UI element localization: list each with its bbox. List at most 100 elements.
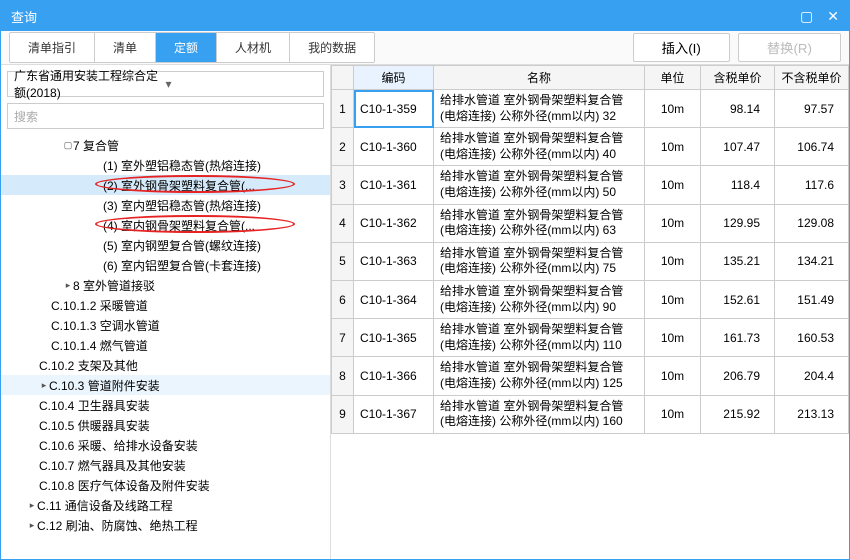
cell[interactable]: 5 — [332, 242, 354, 280]
insert-button[interactable]: 插入(I) — [633, 33, 730, 62]
table-row[interactable]: 8C10-1-366给排水管道 室外钢骨架塑料复合管(电熔连接) 公称外径(mm… — [332, 357, 849, 395]
cell[interactable]: 129.95 — [701, 204, 775, 242]
cell[interactable]: 10m — [645, 204, 701, 242]
col-header[interactable]: 单位 — [645, 66, 701, 90]
col-header[interactable]: 编码 — [354, 66, 434, 90]
tree-node[interactable]: ▸C.11 通信设备及线路工程 — [1, 495, 330, 515]
tree-node[interactable]: C.10.6 采暖、给排水设备安装 — [1, 435, 330, 455]
cell[interactable]: C10-1-364 — [354, 280, 434, 318]
tree-caret-icon[interactable]: ▸ — [63, 280, 73, 291]
table-row[interactable]: 5C10-1-363给排水管道 室外钢骨架塑料复合管(电熔连接) 公称外径(mm… — [332, 242, 849, 280]
tree-node[interactable]: ▸C.10.3 管道附件安装 — [1, 375, 330, 395]
table-row[interactable]: 2C10-1-360给排水管道 室外钢骨架塑料复合管(电熔连接) 公称外径(mm… — [332, 128, 849, 166]
cell[interactable]: 129.08 — [775, 204, 849, 242]
cell[interactable]: 10m — [645, 128, 701, 166]
cell[interactable]: 117.6 — [775, 166, 849, 204]
maximize-icon[interactable]: ▢ — [800, 8, 813, 25]
cell[interactable]: 106.74 — [775, 128, 849, 166]
cell[interactable]: 给排水管道 室外钢骨架塑料复合管(电熔连接) 公称外径(mm以内) 90 — [434, 280, 645, 318]
cell[interactable]: C10-1-363 — [354, 242, 434, 280]
cell[interactable]: 204.4 — [775, 357, 849, 395]
tree-node[interactable]: (2) 室外钢骨架塑料复合管(... — [1, 175, 330, 195]
cell[interactable]: 10m — [645, 90, 701, 128]
cell[interactable]: 1 — [332, 90, 354, 128]
cell[interactable]: 给排水管道 室外钢骨架塑料复合管(电熔连接) 公称外径(mm以内) 160 — [434, 395, 645, 433]
cell[interactable]: 3 — [332, 166, 354, 204]
tree-caret-icon[interactable]: ▢ — [63, 140, 73, 151]
tab-0[interactable]: 清单指引 — [10, 33, 95, 62]
table-row[interactable]: 1C10-1-359给排水管道 室外钢骨架塑料复合管(电熔连接) 公称外径(mm… — [332, 90, 849, 128]
col-header[interactable]: 含税单价 — [701, 66, 775, 90]
tree-node[interactable]: ▸C.12 刷油、防腐蚀、绝热工程 — [1, 515, 330, 535]
cell[interactable]: 给排水管道 室外钢骨架塑料复合管(电熔连接) 公称外径(mm以内) 50 — [434, 166, 645, 204]
tab-4[interactable]: 我的数据 — [290, 33, 374, 62]
tree-node[interactable]: ▢7 复合管 — [1, 135, 330, 155]
tree-node[interactable]: C.10.5 供暖器具安装 — [1, 415, 330, 435]
cell[interactable]: 10m — [645, 357, 701, 395]
cell[interactable]: 107.47 — [701, 128, 775, 166]
cell[interactable]: 给排水管道 室外钢骨架塑料复合管(电熔连接) 公称外径(mm以内) 110 — [434, 319, 645, 357]
tree-node[interactable]: C.10.1.4 燃气管道 — [1, 335, 330, 355]
cell[interactable]: 118.4 — [701, 166, 775, 204]
tree-node[interactable]: (4) 室内钢骨架塑料复合管(... — [1, 215, 330, 235]
quota-select[interactable]: 广东省通用安装工程综合定额(2018) ▾ — [7, 71, 324, 97]
tree-node[interactable]: C.10.4 卫生器具安装 — [1, 395, 330, 415]
cell[interactable]: 215.92 — [701, 395, 775, 433]
cell[interactable]: C10-1-359 — [354, 90, 434, 128]
cell[interactable]: 7 — [332, 319, 354, 357]
tree-node[interactable]: C.10.7 燃气器具及其他安装 — [1, 455, 330, 475]
cell[interactable]: 151.49 — [775, 280, 849, 318]
tree-node[interactable]: (5) 室内钢塑复合管(螺纹连接) — [1, 235, 330, 255]
cell[interactable]: 给排水管道 室外钢骨架塑料复合管(电熔连接) 公称外径(mm以内) 40 — [434, 128, 645, 166]
cell[interactable]: 206.79 — [701, 357, 775, 395]
table-row[interactable]: 3C10-1-361给排水管道 室外钢骨架塑料复合管(电熔连接) 公称外径(mm… — [332, 166, 849, 204]
table-row[interactable]: 9C10-1-367给排水管道 室外钢骨架塑料复合管(电熔连接) 公称外径(mm… — [332, 395, 849, 433]
cell[interactable]: 213.13 — [775, 395, 849, 433]
tree-caret-icon[interactable]: ▸ — [27, 500, 37, 511]
col-header[interactable]: 不含税单价 — [775, 66, 849, 90]
cell[interactable]: C10-1-367 — [354, 395, 434, 433]
cell[interactable]: 10m — [645, 319, 701, 357]
cell[interactable]: 8 — [332, 357, 354, 395]
tree-node[interactable]: (3) 室内塑铝稳态管(热熔连接) — [1, 195, 330, 215]
cell[interactable]: 给排水管道 室外钢骨架塑料复合管(电熔连接) 公称外径(mm以内) 75 — [434, 242, 645, 280]
tree-node[interactable]: C.10.1.2 采暖管道 — [1, 295, 330, 315]
cell[interactable]: 161.73 — [701, 319, 775, 357]
cell[interactable]: 97.57 — [775, 90, 849, 128]
cell[interactable]: 98.14 — [701, 90, 775, 128]
cell[interactable]: 10m — [645, 280, 701, 318]
table-row[interactable]: 7C10-1-365给排水管道 室外钢骨架塑料复合管(电熔连接) 公称外径(mm… — [332, 319, 849, 357]
data-grid[interactable]: 编码名称单位含税单价不含税单价1C10-1-359给排水管道 室外钢骨架塑料复合… — [331, 65, 849, 559]
tree-node[interactable]: C.10.8 医疗气体设备及附件安装 — [1, 475, 330, 495]
cell[interactable]: C10-1-365 — [354, 319, 434, 357]
cell[interactable]: 135.21 — [701, 242, 775, 280]
cell[interactable]: 给排水管道 室外钢骨架塑料复合管(电熔连接) 公称外径(mm以内) 125 — [434, 357, 645, 395]
col-header[interactable]: 名称 — [434, 66, 645, 90]
cell[interactable]: 给排水管道 室外钢骨架塑料复合管(电熔连接) 公称外径(mm以内) 32 — [434, 90, 645, 128]
table-row[interactable]: 6C10-1-364给排水管道 室外钢骨架塑料复合管(电熔连接) 公称外径(mm… — [332, 280, 849, 318]
col-header[interactable] — [332, 66, 354, 90]
cell[interactable]: 152.61 — [701, 280, 775, 318]
cell[interactable]: 2 — [332, 128, 354, 166]
table-row[interactable]: 4C10-1-362给排水管道 室外钢骨架塑料复合管(电熔连接) 公称外径(mm… — [332, 204, 849, 242]
cell[interactable]: C10-1-360 — [354, 128, 434, 166]
search-input[interactable]: 搜索 — [7, 103, 324, 129]
cell[interactable]: C10-1-361 — [354, 166, 434, 204]
tree-caret-icon[interactable]: ▸ — [39, 380, 49, 391]
tab-1[interactable]: 清单 — [95, 33, 156, 62]
cell[interactable]: 160.53 — [775, 319, 849, 357]
cell[interactable]: 134.21 — [775, 242, 849, 280]
tree-node[interactable]: (1) 室外塑铝稳态管(热熔连接) — [1, 155, 330, 175]
cell[interactable]: 10m — [645, 166, 701, 204]
tree-node[interactable]: ▸8 室外管道接驳 — [1, 275, 330, 295]
cell[interactable]: 给排水管道 室外钢骨架塑料复合管(电熔连接) 公称外径(mm以内) 63 — [434, 204, 645, 242]
tab-2[interactable]: 定额 — [156, 33, 217, 62]
cell[interactable]: 6 — [332, 280, 354, 318]
tree-node[interactable]: C.10.1.3 空调水管道 — [1, 315, 330, 335]
tree-caret-icon[interactable]: ▸ — [27, 520, 37, 531]
close-icon[interactable]: ✕ — [827, 8, 839, 25]
tree-node[interactable]: (6) 室内铝塑复合管(卡套连接) — [1, 255, 330, 275]
cell[interactable]: C10-1-366 — [354, 357, 434, 395]
cell[interactable]: 10m — [645, 242, 701, 280]
cell[interactable]: 9 — [332, 395, 354, 433]
